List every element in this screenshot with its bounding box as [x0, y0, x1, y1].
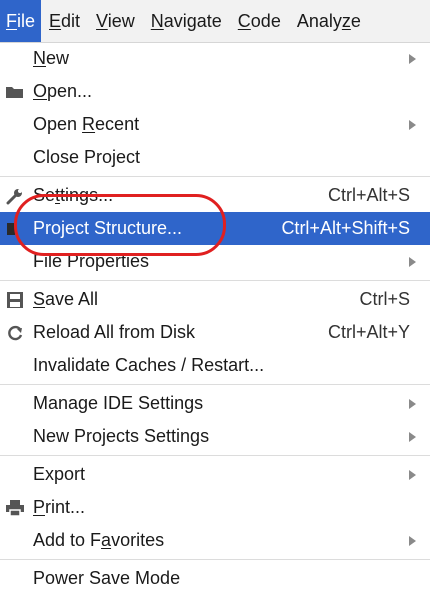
- menu-item-file-properties[interactable]: File Properties: [0, 245, 430, 278]
- menu-item-invalidate-caches[interactable]: Invalidate Caches / Restart...: [0, 349, 430, 382]
- menu-item-settings[interactable]: Settings... Ctrl+Alt+S: [0, 179, 430, 212]
- shortcut-label: Ctrl+S: [359, 289, 410, 309]
- menu-navigate[interactable]: Navigate: [143, 0, 230, 42]
- menu-item-new-projects-settings[interactable]: New Projects Settings: [0, 420, 430, 453]
- menu-code[interactable]: Code: [230, 0, 289, 42]
- submenu-arrow-icon: [409, 399, 416, 409]
- shortcut-label: Ctrl+Alt+S: [327, 185, 410, 205]
- menu-separator: [0, 559, 430, 560]
- submenu-arrow-icon: [409, 536, 416, 546]
- folder-icon: [3, 75, 27, 108]
- menu-item-new[interactable]: New: [0, 42, 430, 75]
- shortcut-label: Ctrl+Alt+Shift+S: [281, 218, 410, 238]
- file-menu-dropdown: New Open... Open Recent Close Project Se…: [0, 42, 430, 595]
- menu-bar: File Edit View Navigate Code Analyze: [0, 0, 430, 43]
- menu-file[interactable]: File: [0, 0, 42, 42]
- save-icon: [3, 283, 27, 316]
- shortcut-label: Ctrl+Alt+Y: [327, 322, 410, 342]
- menu-separator: [0, 455, 430, 456]
- submenu-arrow-icon: [409, 257, 416, 267]
- menu-item-open[interactable]: Open...: [0, 75, 430, 108]
- menu-item-power-save-mode[interactable]: Power Save Mode: [0, 562, 430, 595]
- menu-item-print[interactable]: Print...: [0, 491, 430, 524]
- menu-separator: [0, 176, 430, 177]
- menu-separator: [0, 384, 430, 385]
- submenu-arrow-icon: [409, 120, 416, 130]
- submenu-arrow-icon: [409, 432, 416, 442]
- wrench-icon: [3, 179, 27, 212]
- menu-analyze[interactable]: Analyze: [289, 0, 369, 42]
- menu-item-project-structure[interactable]: Project Structure... Ctrl+Alt+Shift+S: [0, 212, 430, 245]
- menu-item-close-project[interactable]: Close Project: [0, 141, 430, 174]
- project-structure-icon: [3, 212, 27, 245]
- menu-item-reload-all[interactable]: Reload All from Disk Ctrl+Alt+Y: [0, 316, 430, 349]
- menu-item-add-to-favorites[interactable]: Add to Favorites: [0, 524, 430, 557]
- menu-item-export[interactable]: Export: [0, 458, 430, 491]
- printer-icon: [3, 491, 27, 524]
- submenu-arrow-icon: [409, 54, 416, 64]
- menu-edit[interactable]: Edit: [41, 0, 88, 42]
- reload-icon: [3, 316, 27, 349]
- menu-separator: [0, 280, 430, 281]
- submenu-arrow-icon: [409, 470, 416, 480]
- menu-view[interactable]: View: [88, 0, 143, 42]
- menu-item-save-all[interactable]: Save All Ctrl+S: [0, 283, 430, 316]
- menu-item-open-recent[interactable]: Open Recent: [0, 108, 430, 141]
- menu-item-manage-ide-settings[interactable]: Manage IDE Settings: [0, 387, 430, 420]
